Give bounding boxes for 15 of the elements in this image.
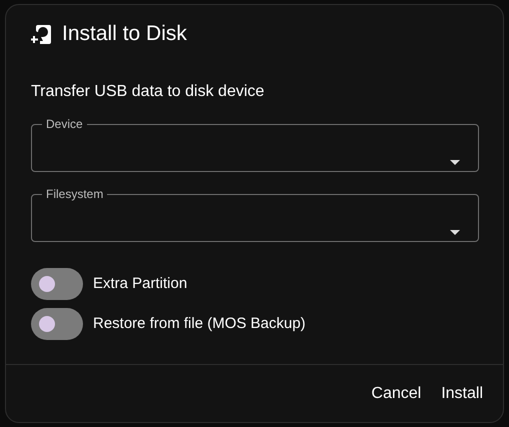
caret-icon [450, 230, 460, 235]
select-field[interactable]: Filesystem [31, 186, 479, 242]
dialog-button[interactable]: Cancel [363, 376, 430, 412]
field-label: Device [45, 116, 84, 132]
dialog-button[interactable]: Install [433, 376, 491, 412]
field-label: Filesystem [45, 186, 104, 202]
toggle-switch[interactable] [31, 268, 83, 300]
dialog-subtitle: Transfer USB data to disk device [31, 82, 266, 102]
disk-install-icon [31, 24, 52, 44]
toggle-switch[interactable] [31, 308, 83, 340]
select-field[interactable]: Device [31, 116, 479, 172]
toggle-label: Restore from file (MOS Backup) [93, 314, 306, 334]
caret-icon [450, 160, 460, 165]
toggle-label: Extra Partition [93, 274, 188, 294]
dialog-title: Install to Disk [62, 21, 187, 47]
